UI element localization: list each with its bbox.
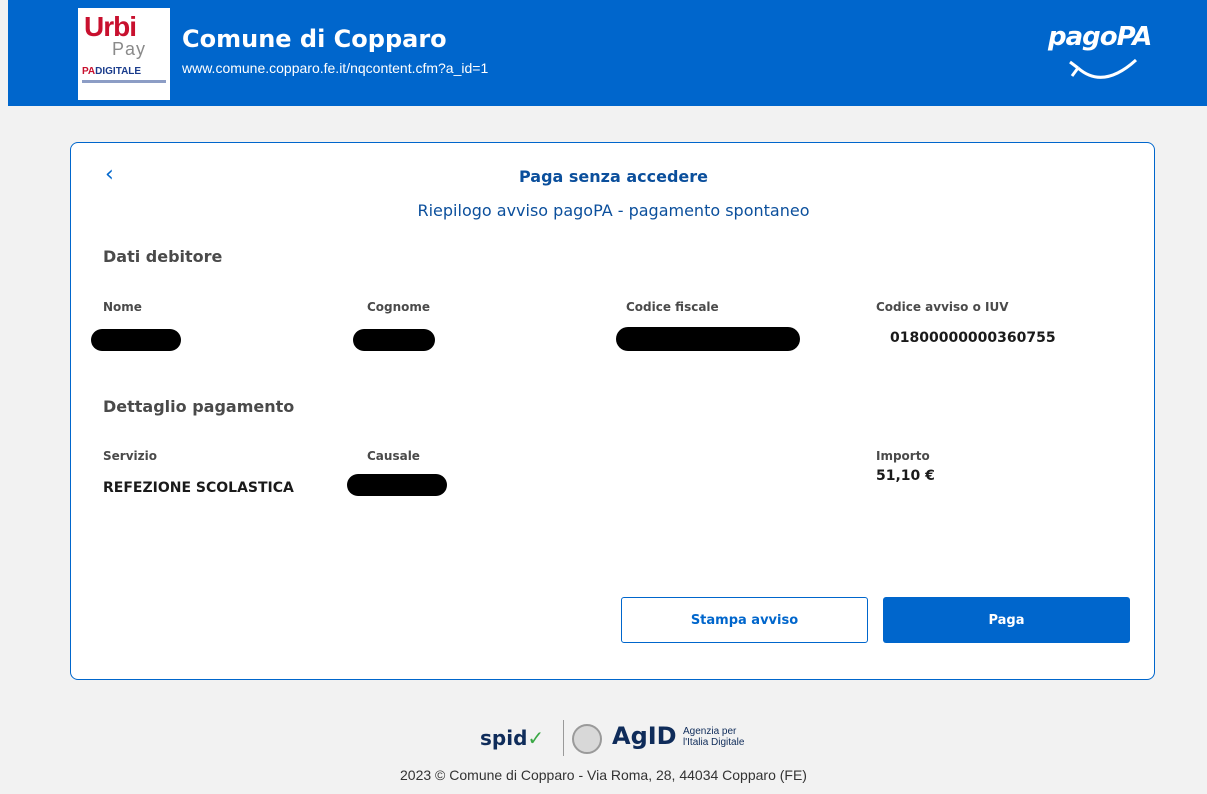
redacted-cognome [353, 329, 435, 351]
agid-logo: AgID [612, 722, 677, 750]
field-label-importo: Importo [876, 449, 930, 463]
page-subtitle: Riepilogo avviso pagoPA - pagamento spon… [417, 201, 810, 220]
redacted-nome [91, 329, 181, 351]
pagopa-arrow-icon [1069, 58, 1138, 79]
page-title: Paga senza accedere [518, 167, 709, 186]
payment-section-title: Dettaglio pagamento [103, 397, 295, 416]
field-value-iuv: 01800000000360755 [890, 330, 1056, 346]
field-value-importo: 51,10 € [876, 468, 935, 484]
footer-logo-divider [563, 720, 564, 756]
logo-underline [82, 80, 166, 83]
payment-summary-card: ‹ Paga senza accedere Riepilogo avviso p… [70, 142, 1155, 680]
pagopa-logo: pagoPA [1048, 22, 1152, 92]
italian-emblem-icon [572, 724, 602, 754]
urbi-pay-logo: Urbi Pay PADIGITALE [78, 8, 170, 100]
field-value-servizio: REFEZIONE SCOLASTICA [103, 480, 294, 496]
redacted-codice-fiscale [616, 327, 800, 351]
header-title: Comune di Copparo [182, 25, 447, 53]
field-label-causale: Causale [367, 449, 420, 463]
print-notice-button[interactable]: Stampa avviso [621, 597, 868, 643]
logo-pay-text: Pay [112, 39, 147, 59]
footer-copyright: 2023 © Comune di Copparo - Via Roma, 28,… [400, 767, 807, 783]
field-label-nome: Nome [103, 300, 142, 314]
debtor-section-title: Dati debitore [103, 247, 223, 266]
agid-subtitle: Agenzia per l'Italia Digitale [683, 726, 745, 748]
field-label-servizio: Servizio [103, 449, 157, 463]
logo-padigitale-text: PADIGITALE [82, 66, 142, 77]
field-label-cognome: Cognome [367, 300, 431, 314]
header-url[interactable]: www.comune.copparo.fe.it/nqcontent.cfm?a… [182, 59, 488, 77]
spid-logo: spid✓ [480, 726, 545, 750]
field-label-iuv: Codice avviso o IUV [876, 300, 1009, 314]
logo-urbi-text: Urbi [84, 11, 137, 42]
redacted-causale [347, 474, 447, 496]
field-label-codice-fiscale: Codice fiscale [626, 300, 719, 314]
footer-logos: spid✓ AgID Agenzia per l'Italia Digitale [480, 720, 780, 760]
header-bar: Urbi Pay PADIGITALE Comune di Copparo ww… [8, 0, 1207, 106]
pay-button[interactable]: Paga [883, 597, 1130, 643]
